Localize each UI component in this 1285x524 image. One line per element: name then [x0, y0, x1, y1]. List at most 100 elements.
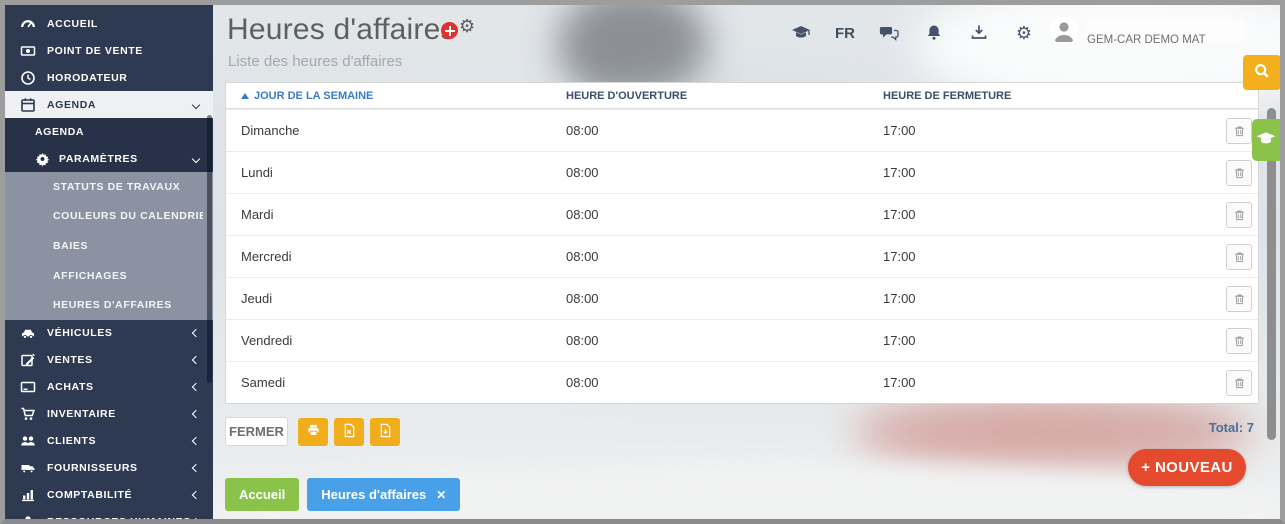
delete-row-button[interactable]	[1226, 118, 1252, 144]
column-header-label: HEURE DE FERMETURE	[883, 90, 1011, 102]
delete-row-button[interactable]	[1226, 160, 1252, 186]
sidebar-item-label: COMPTABILITÉ	[47, 489, 193, 501]
delete-row-button[interactable]	[1226, 244, 1252, 270]
delete-row-button[interactable]	[1226, 370, 1252, 396]
sidebar-item-label: AGENDA	[35, 126, 203, 138]
sidebar-item-label: POINT DE VENTE	[47, 45, 203, 57]
open-cell: 08:00	[566, 375, 883, 390]
sidebar-item-agenda[interactable]: AGENDA	[5, 91, 213, 118]
table-row[interactable]: Mercredi 08:00 17:00	[226, 235, 1258, 277]
new-button[interactable]: + NOUVEAU	[1128, 449, 1246, 486]
delete-row-button[interactable]	[1226, 286, 1252, 312]
table-row[interactable]: Dimanche 08:00 17:00	[226, 109, 1258, 151]
sidebar-item-clients[interactable]: CLIENTS	[5, 428, 213, 455]
column-header-open[interactable]: HEURE D'OUVERTURE	[566, 90, 883, 102]
sidebar-item-statuts-de-travaux[interactable]: STATUTS DE TRAVAUX	[5, 172, 213, 202]
open-cell: 08:00	[566, 123, 883, 138]
sidebar-scrollbar[interactable]	[207, 115, 212, 383]
avatar[interactable]	[1050, 16, 1078, 44]
sidebar-item-label: ACCUEIL	[47, 18, 203, 30]
settings-gear-icon[interactable]: ⚙	[459, 16, 475, 37]
tab-accueil[interactable]: Accueil	[225, 478, 299, 511]
page-title: Heures d'affaires	[227, 13, 456, 47]
user-name[interactable]: GEM-CAR DEMO MAT	[1087, 34, 1206, 46]
open-cell: 08:00	[566, 207, 883, 222]
delete-row-button[interactable]	[1226, 202, 1252, 228]
open-cell: 08:00	[566, 333, 883, 348]
sidebar-item-label: AGENDA	[47, 99, 193, 111]
sidebar-item-fournisseurs[interactable]: FOURNISSEURS	[5, 455, 213, 482]
close-tab-icon[interactable]: ✕	[436, 488, 446, 502]
sidebar-item-label: INVENTAIRE	[47, 408, 193, 420]
sidebar-item-accueil[interactable]: ACCUEIL	[5, 10, 213, 37]
chat-icon[interactable]	[878, 22, 900, 44]
sidebar-item-label: VÉHICULES	[47, 327, 193, 339]
training-icon[interactable]	[790, 22, 812, 44]
open-tabs-bar: Accueil Heures d'affaires ✕	[225, 478, 460, 511]
column-header-day[interactable]: JOUR DE LA SEMAINE	[226, 90, 566, 102]
print-button[interactable]	[298, 418, 328, 446]
add-icon[interactable]	[441, 22, 458, 39]
chevron-down-icon	[192, 154, 200, 162]
language-selector[interactable]: FR	[835, 25, 855, 42]
tab-heures-daffaires[interactable]: Heures d'affaires ✕	[307, 478, 460, 511]
export-excel-button[interactable]	[334, 418, 364, 446]
sort-asc-icon	[241, 93, 249, 99]
sidebar-item-inventaire[interactable]: INVENTAIRE	[5, 401, 213, 428]
bar-chart-icon	[19, 487, 36, 504]
sidebar: ACCUEIL POINT DE VENTE HORODATEUR AGENDA…	[5, 5, 213, 519]
table-row[interactable]: Jeudi 08:00 17:00	[226, 277, 1258, 319]
sidebar-item-couleurs-du-calendrier[interactable]: COULEURS DU CALENDRIER	[5, 202, 213, 232]
pdf-file-icon	[378, 423, 393, 441]
sidebar-item-label: VENTES	[47, 354, 193, 366]
sidebar-item-point-de-vente[interactable]: POINT DE VENTE	[5, 37, 213, 64]
sidebar-item-agenda-sub[interactable]: AGENDA	[5, 118, 213, 145]
search-button[interactable]	[1243, 55, 1280, 90]
sidebar-item-label: COULEURS DU CALENDRIER	[53, 210, 203, 222]
tab-label: Accueil	[239, 487, 285, 502]
sidebar-item-horodateur[interactable]: HORODATEUR	[5, 64, 213, 91]
cash-icon	[19, 42, 36, 59]
column-header-label: JOUR DE LA SEMAINE	[254, 90, 373, 102]
chevron-left-icon	[192, 437, 200, 445]
sidebar-item-comptabilite[interactable]: COMPTABILITÉ	[5, 482, 213, 509]
close-cell: 17:00	[883, 123, 1214, 138]
clock-icon	[19, 69, 36, 86]
sidebar-item-ventes[interactable]: VENTES	[5, 347, 213, 374]
sidebar-item-label: ACHATS	[47, 381, 193, 393]
sidebar-item-vehicules[interactable]: VÉHICULES	[5, 320, 213, 347]
notifications-bell-icon[interactable]	[923, 22, 945, 44]
printer-icon	[306, 423, 321, 441]
calendar-icon	[19, 96, 36, 113]
close-cell: 17:00	[883, 291, 1214, 306]
table-row[interactable]: Lundi 08:00 17:00	[226, 151, 1258, 193]
tab-label: Heures d'affaires	[321, 487, 426, 502]
sidebar-item-achats[interactable]: ACHATS	[5, 374, 213, 401]
settings-icon[interactable]: ⚙	[1013, 22, 1035, 44]
day-cell: Mercredi	[226, 249, 566, 264]
total-count: Total: 7	[1209, 420, 1254, 435]
table-row[interactable]: Samedi 08:00 17:00	[226, 361, 1258, 403]
chevron-left-icon	[192, 464, 200, 472]
chevron-left-icon	[192, 491, 200, 499]
delete-row-button[interactable]	[1226, 328, 1252, 354]
sidebar-item-baies[interactable]: BAIES	[5, 231, 213, 261]
table-row[interactable]: Mardi 08:00 17:00	[226, 193, 1258, 235]
table-row[interactable]: Vendredi 08:00 17:00	[226, 319, 1258, 361]
gear-icon	[35, 150, 50, 167]
download-icon[interactable]	[968, 22, 990, 44]
column-header-close[interactable]: HEURE DE FERMETURE	[883, 90, 1258, 102]
sidebar-item-label: RESSOURCES HUMAINES	[47, 516, 193, 519]
training-panel-button[interactable]	[1252, 119, 1280, 161]
sidebar-item-label: BAIES	[53, 240, 203, 252]
sidebar-item-label: AFFICHAGES	[53, 270, 203, 282]
day-cell: Vendredi	[226, 333, 566, 348]
sidebar-item-parametres[interactable]: PARAMÈTRES	[5, 145, 213, 172]
sidebar-item-ressources-humaines[interactable]: RESSOURCES HUMAINES	[5, 509, 213, 519]
chevron-left-icon	[192, 518, 200, 519]
sidebar-item-heures-daffaires[interactable]: HEURES D'AFFAIRES	[5, 290, 213, 320]
sidebar-item-affichages[interactable]: AFFICHAGES	[5, 261, 213, 291]
export-pdf-button[interactable]	[370, 418, 400, 446]
chevron-left-icon	[192, 410, 200, 418]
close-button[interactable]: FERMER	[225, 417, 288, 446]
